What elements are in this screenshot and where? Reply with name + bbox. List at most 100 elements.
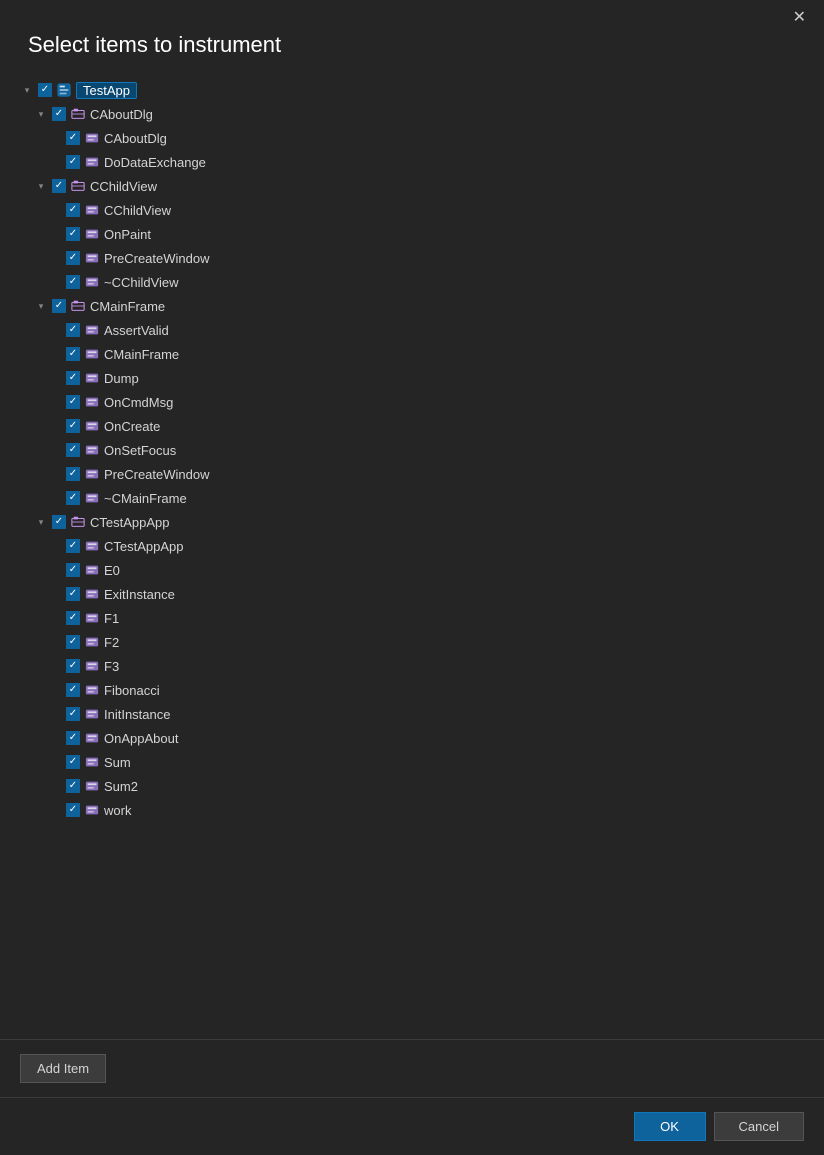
class-icon (70, 298, 86, 314)
method-label: InitInstance (104, 707, 171, 722)
expander-icon[interactable]: ▾ (34, 299, 48, 313)
checkbox[interactable] (38, 83, 52, 97)
checkbox[interactable] (66, 155, 80, 169)
checkbox[interactable] (66, 347, 80, 361)
checkbox[interactable] (52, 515, 66, 529)
ok-button[interactable]: OK (634, 1112, 706, 1141)
method-label: F2 (104, 635, 119, 650)
tree-row-method: ▸ CMainFrame (48, 342, 816, 366)
method-label: F1 (104, 611, 119, 626)
tree-row-method: ▸ work (48, 798, 816, 822)
checkbox[interactable] (66, 275, 80, 289)
method-label: E0 (104, 563, 120, 578)
checkbox[interactable] (66, 467, 80, 481)
method-label: ~CChildView (104, 275, 179, 290)
method-label: work (104, 803, 131, 818)
class-label: CTestAppApp (90, 515, 170, 530)
checkbox[interactable] (66, 323, 80, 337)
checkbox[interactable] (66, 203, 80, 217)
tree-row-method: ▸ F2 (48, 630, 816, 654)
dialog-title: Select items to instrument (0, 32, 824, 74)
method-icon (84, 682, 100, 698)
root-label: TestApp (76, 82, 137, 99)
expander-icon[interactable]: ▾ (34, 179, 48, 193)
method-icon (84, 346, 100, 362)
class-icon (70, 178, 86, 194)
method-label: OnSetFocus (104, 443, 176, 458)
checkbox[interactable] (66, 539, 80, 553)
checkbox[interactable] (66, 563, 80, 577)
checkbox[interactable] (66, 635, 80, 649)
checkbox[interactable] (66, 251, 80, 265)
method-icon (84, 730, 100, 746)
method-label: CAboutDlg (104, 131, 167, 146)
checkbox[interactable] (66, 227, 80, 241)
method-icon (84, 490, 100, 506)
checkbox[interactable] (66, 803, 80, 817)
checkbox[interactable] (66, 419, 80, 433)
tree-row-method: ▸ Sum (48, 750, 816, 774)
method-icon (84, 778, 100, 794)
class-icon (70, 514, 86, 530)
dialog: ✕ Select items to instrument ▾ TestApp ▾ … (0, 0, 824, 1155)
tree-row-method: ▸ Fibonacci (48, 678, 816, 702)
checkbox[interactable] (66, 779, 80, 793)
checkbox[interactable] (52, 179, 66, 193)
method-icon (84, 586, 100, 602)
expander-icon[interactable]: ▾ (20, 83, 34, 97)
method-icon (84, 634, 100, 650)
tree-row-method: ▸ PreCreateWindow (48, 246, 816, 270)
method-icon (84, 130, 100, 146)
method-icon (84, 538, 100, 554)
tree-container[interactable]: ▾ TestApp▾ CAboutDlg▸ CAboutDlg▸ DoDataE… (0, 74, 824, 1039)
method-label: PreCreateWindow (104, 251, 210, 266)
checkbox[interactable] (66, 611, 80, 625)
checkbox[interactable] (66, 131, 80, 145)
tree-row-class: ▾ CTestAppApp (34, 510, 816, 534)
method-label: CMainFrame (104, 347, 179, 362)
method-label: OnPaint (104, 227, 151, 242)
expander-icon[interactable]: ▾ (34, 107, 48, 121)
checkbox[interactable] (66, 731, 80, 745)
tree-row-method: ▸ AssertValid (48, 318, 816, 342)
tree-row-method: ▸ ~CMainFrame (48, 486, 816, 510)
checkbox[interactable] (66, 707, 80, 721)
checkbox[interactable] (66, 491, 80, 505)
method-icon (84, 610, 100, 626)
checkbox[interactable] (66, 395, 80, 409)
checkbox[interactable] (66, 755, 80, 769)
expander-icon[interactable]: ▾ (34, 515, 48, 529)
close-button[interactable]: ✕ (787, 8, 812, 28)
add-item-button[interactable]: Add Item (20, 1054, 106, 1083)
class-icon (70, 106, 86, 122)
tree-row-method: ▸ OnCmdMsg (48, 390, 816, 414)
checkbox[interactable] (52, 107, 66, 121)
method-icon (84, 754, 100, 770)
checkbox[interactable] (66, 659, 80, 673)
checkbox[interactable] (52, 299, 66, 313)
tree-row-method: ▸ Sum2 (48, 774, 816, 798)
checkbox[interactable] (66, 587, 80, 601)
tree-row-method: ▸ InitInstance (48, 702, 816, 726)
method-label: DoDataExchange (104, 155, 206, 170)
tree-row-method: ▸ OnAppAbout (48, 726, 816, 750)
checkbox[interactable] (66, 683, 80, 697)
method-label: AssertValid (104, 323, 169, 338)
method-icon (84, 562, 100, 578)
tree-row-class: ▾ CChildView (34, 174, 816, 198)
method-icon (84, 394, 100, 410)
method-icon (84, 322, 100, 338)
class-label: CMainFrame (90, 299, 165, 314)
checkbox[interactable] (66, 443, 80, 457)
method-label: Sum (104, 755, 131, 770)
cancel-button[interactable]: Cancel (714, 1112, 804, 1141)
method-label: PreCreateWindow (104, 467, 210, 482)
dialog-footer: OK Cancel (0, 1097, 824, 1155)
title-bar: ✕ (0, 0, 824, 32)
tree-row-class: ▾ CMainFrame (34, 294, 816, 318)
tree-row-method: ▸ CAboutDlg (48, 126, 816, 150)
method-label: F3 (104, 659, 119, 674)
checkbox[interactable] (66, 371, 80, 385)
method-label: ExitInstance (104, 587, 175, 602)
method-icon (84, 370, 100, 386)
